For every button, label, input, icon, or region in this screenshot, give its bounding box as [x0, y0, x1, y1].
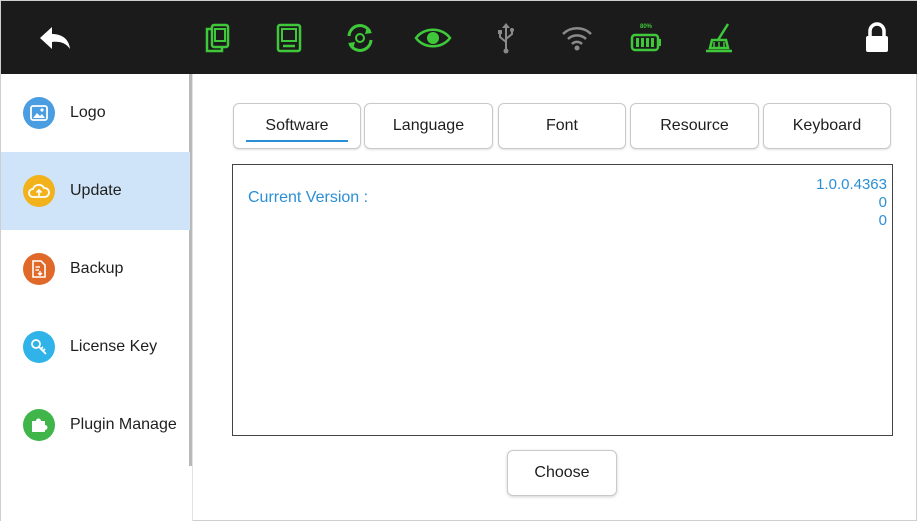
sidebar-item-label: Plugin Manage: [70, 416, 177, 433]
version-values: 1.0.0.4363 0 0: [816, 176, 887, 230]
tab-keyboard[interactable]: Keyboard: [763, 103, 891, 149]
sidebar-item-label: Backup: [70, 260, 124, 277]
sidebar-item-label: License Key: [70, 338, 158, 355]
version-panel: Current Version : 1.0.0.4363 0 0: [232, 164, 893, 436]
tab-language[interactable]: Language: [364, 103, 493, 149]
sidebar-item-label: Update: [70, 182, 122, 199]
eye-icon[interactable]: [412, 19, 454, 57]
top-toolbar: 80%: [1, 1, 917, 74]
tab-label: Software: [265, 117, 329, 134]
tab-label: Resource: [660, 117, 729, 134]
tab-software[interactable]: Software: [233, 103, 361, 149]
sync-icon[interactable]: [340, 19, 380, 57]
sidebar-item-logo[interactable]: Logo: [1, 74, 190, 152]
version-value: 1.0.0.4363: [816, 176, 887, 193]
sidebar-item-plugin-manage[interactable]: Plugin Manage: [1, 386, 190, 464]
tab-selected-indicator: [246, 140, 348, 142]
lock-icon[interactable]: [861, 19, 893, 57]
wifi-icon[interactable]: [558, 19, 596, 57]
current-version-label: Current Version :: [248, 189, 369, 206]
sidebar-item-license-key[interactable]: License Key: [1, 308, 190, 386]
tab-label: Language: [392, 117, 465, 134]
sidebar-item-update[interactable]: Update: [1, 152, 190, 230]
battery-label: 80%: [639, 23, 652, 30]
device-icon[interactable]: [272, 19, 306, 57]
tab-label: Keyboard: [792, 117, 862, 134]
sidebar-item-label: Logo: [70, 104, 106, 121]
tab-label: Font: [545, 117, 578, 134]
choose-button[interactable]: Choose: [507, 450, 617, 496]
key-icon: [23, 331, 55, 363]
back-arrow-icon[interactable]: [35, 19, 75, 57]
app-window: 80% Logo Update Backup License Key Plugi…: [0, 0, 917, 521]
tab-font[interactable]: Font: [498, 103, 626, 149]
tab-resource[interactable]: Resource: [630, 103, 759, 149]
backup-icon: [23, 253, 55, 285]
cloud-update-icon: [23, 175, 55, 207]
copy-icon[interactable]: [200, 19, 234, 57]
battery-icon: 80%: [627, 19, 665, 57]
version-value: 0: [878, 194, 887, 211]
sidebar: Logo Update Backup License Key Plugin Ma: [1, 74, 193, 521]
cleaning-icon[interactable]: [703, 19, 735, 57]
puzzle-icon: [23, 409, 55, 441]
usb-icon[interactable]: [495, 19, 517, 57]
choose-button-label: Choose: [534, 464, 590, 481]
image-icon: [23, 97, 55, 129]
version-value: 0: [878, 212, 887, 229]
sidebar-item-backup[interactable]: Backup: [1, 230, 190, 308]
